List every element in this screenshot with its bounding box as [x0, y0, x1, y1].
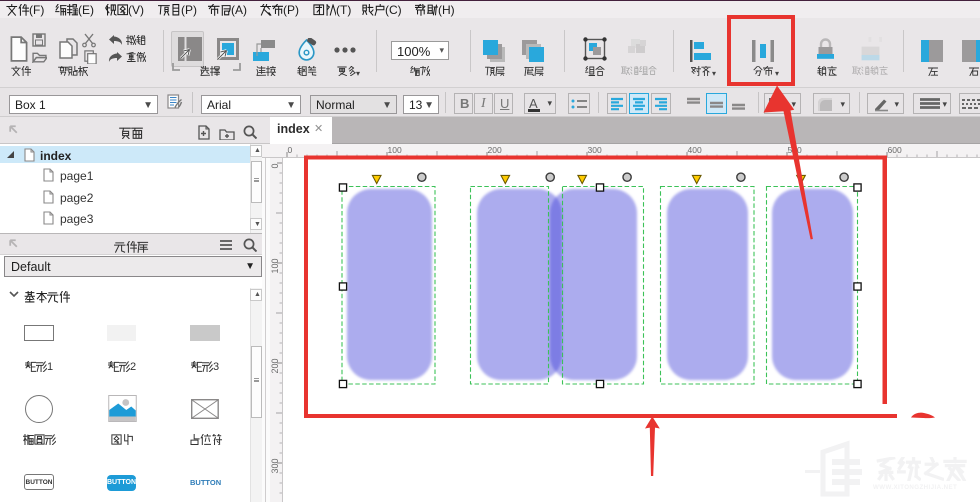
- svg-text:0: 0: [288, 145, 293, 155]
- svg-text:400: 400: [688, 145, 702, 155]
- svg-text:100: 100: [270, 258, 280, 273]
- svg-text:200: 200: [488, 145, 502, 155]
- svg-text:100: 100: [388, 145, 402, 155]
- svg-text:600: 600: [888, 145, 902, 155]
- svg-text:300: 300: [588, 145, 602, 155]
- svg-text:500: 500: [788, 145, 802, 155]
- svg-text:200: 200: [270, 358, 280, 373]
- svg-text:300: 300: [270, 458, 280, 473]
- svg-text:0: 0: [270, 163, 280, 168]
